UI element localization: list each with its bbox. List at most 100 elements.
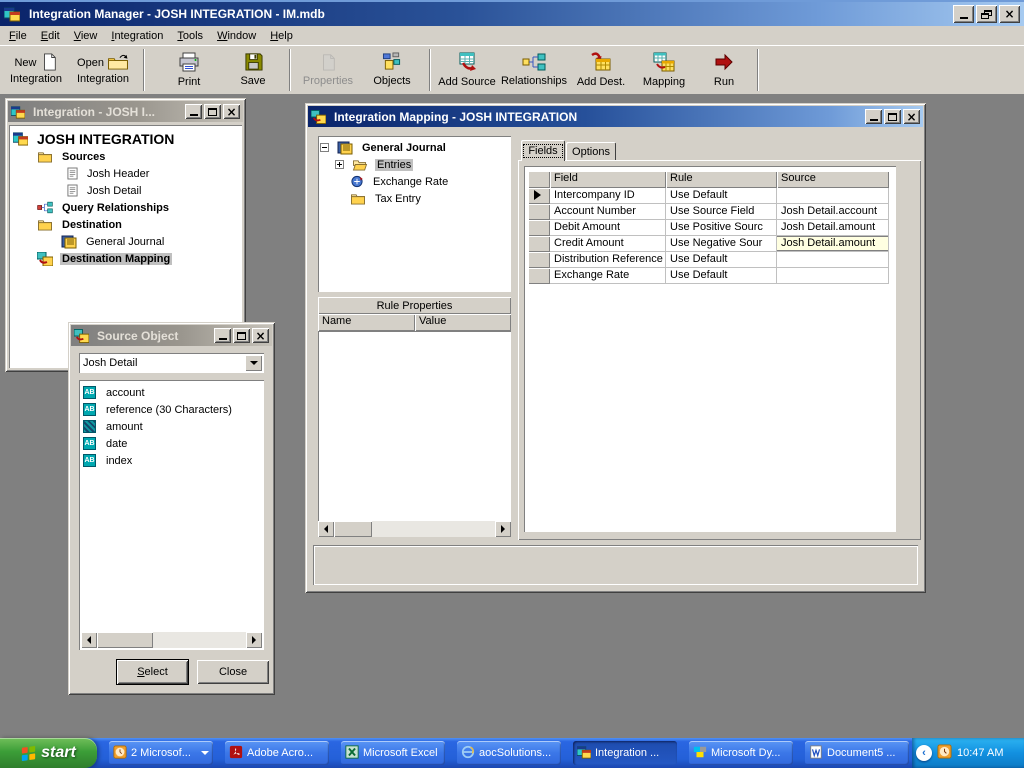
tab-fields[interactable]: Fields <box>521 140 565 161</box>
tree-item-destination[interactable]: Destination <box>37 216 242 233</box>
menu-edit[interactable]: Edit <box>34 28 67 44</box>
tree-item-exchange-rate[interactable]: Exchange Rate <box>350 173 511 190</box>
maximize-button[interactable] <box>884 109 901 124</box>
row-selector-current[interactable] <box>528 188 550 204</box>
internet-explorer-icon <box>461 745 475 762</box>
mapping-window-titlebar[interactable]: Integration Mapping - JOSH INTEGRATION × <box>308 106 923 127</box>
word-icon <box>809 745 823 762</box>
integration-manager-screen: Integration Manager - JOSH INTEGRATION -… <box>0 0 1024 768</box>
start-button[interactable]: start <box>0 738 97 768</box>
main-titlebar[interactable]: Integration Manager - JOSH INTEGRATION -… <box>0 2 1024 26</box>
row-selector[interactable] <box>528 220 550 236</box>
scrollbar-thumb[interactable] <box>334 521 372 537</box>
select-button[interactable]: Select <box>117 660 188 684</box>
combobox-dropdown-button[interactable] <box>245 355 262 371</box>
list-item-date[interactable]: AB date <box>83 435 264 452</box>
toolbar-button-objects[interactable]: Objects <box>360 48 424 92</box>
toolbar-button-run[interactable]: Run <box>696 48 752 92</box>
integration-window-titlebar[interactable]: Integration - JOSH I... × <box>8 101 243 122</box>
taskbar-button-integration-active[interactable]: Integration ... <box>573 741 677 765</box>
integration-window-title: Integration - JOSH I... <box>33 105 183 119</box>
expand-expander[interactable] <box>335 160 344 169</box>
tree-item-general-journal[interactable]: General Journal <box>320 139 511 156</box>
toolbar-button-open-integration[interactable]: Open Integration <box>68 48 138 92</box>
tree-item-general-journal[interactable]: General Journal <box>61 233 242 250</box>
close-button[interactable]: Close <box>197 660 269 684</box>
fields-tab-panel: Field Rule Source Intercompany ID Use De… <box>518 160 921 540</box>
close-button[interactable]: × <box>223 104 240 119</box>
scrollbar-thumb[interactable] <box>97 632 153 648</box>
horizontal-scrollbar[interactable] <box>81 632 262 648</box>
toolbar-button-add-dest[interactable]: Add Dest. <box>570 48 632 92</box>
menu-help[interactable]: Help <box>263 28 300 44</box>
horizontal-scrollbar[interactable] <box>318 521 511 537</box>
tray-clock-icon[interactable] <box>937 744 952 762</box>
highlighted-source-cell[interactable]: Josh Detail.amount <box>777 236 889 252</box>
taskbar-group-button-microsoft[interactable]: 2 Microsof... <box>109 741 213 765</box>
toolbar-separator <box>429 49 431 91</box>
list-item-index[interactable]: AB index <box>83 452 264 469</box>
toolbar-button-print[interactable]: Print <box>156 48 222 92</box>
tree-item-sources[interactable]: Sources <box>37 148 242 165</box>
rule-properties-body <box>318 331 511 521</box>
menu-integration[interactable]: Integration <box>104 28 170 44</box>
source-object-titlebar[interactable]: Source Object × <box>71 325 272 346</box>
tree-item-entries[interactable]: Entries <box>335 156 511 173</box>
grid-row-exchange-rate: Exchange Rate Use Default <box>528 268 889 284</box>
maximize-button[interactable] <box>233 328 250 343</box>
save-icon <box>244 52 263 74</box>
list-item-account[interactable]: AB account <box>83 384 264 401</box>
taskbar-button-document5[interactable]: Document5 ... <box>805 741 909 765</box>
tree-item-tax-entry[interactable]: Tax Entry <box>350 190 511 207</box>
tree-item-josh-header[interactable]: Josh Header <box>67 165 242 182</box>
chevron-down-icon <box>201 751 209 755</box>
column-header-rule[interactable]: Rule <box>666 171 777 188</box>
menu-window[interactable]: Window <box>210 28 263 44</box>
taskbar: start 2 Microsof... Adobe Acro... Micros… <box>0 738 1024 768</box>
print-icon <box>178 52 200 75</box>
row-selector[interactable] <box>528 252 550 268</box>
toolbar-button-new-integration[interactable]: New Integration <box>4 48 68 92</box>
close-button[interactable]: × <box>252 328 269 343</box>
tree-item-destination-mapping[interactable]: Destination Mapping <box>37 250 242 267</box>
row-selector[interactable] <box>528 236 550 252</box>
scroll-left-button[interactable] <box>318 521 334 537</box>
close-button[interactable]: × <box>999 5 1020 23</box>
taskbar-button-microsoft-excel[interactable]: Microsoft Excel <box>341 741 445 765</box>
collapse-expander[interactable] <box>320 143 329 152</box>
scroll-left-button[interactable] <box>81 632 97 648</box>
tab-options[interactable]: Options <box>566 142 616 161</box>
menu-tools[interactable]: Tools <box>170 28 210 44</box>
minimize-button[interactable] <box>865 109 882 124</box>
minimize-button[interactable] <box>214 328 231 343</box>
integration-mapping-window: Integration Mapping - JOSH INTEGRATION ×… <box>305 103 926 593</box>
tree-item-josh-detail[interactable]: Josh Detail <box>67 182 242 199</box>
list-item-amount[interactable]: AB amount <box>83 418 264 435</box>
row-selector[interactable] <box>528 268 550 284</box>
tree-item-query-relationships[interactable]: Query Relationships <box>37 199 242 216</box>
source-object-title: Source Object <box>97 329 212 343</box>
list-item-reference[interactable]: AB reference (30 Characters) <box>83 401 264 418</box>
row-selector[interactable] <box>528 204 550 220</box>
menu-view[interactable]: View <box>67 28 105 44</box>
source-table-combobox[interactable]: Josh Detail <box>79 353 264 373</box>
close-button[interactable]: × <box>903 109 920 124</box>
taskbar-button-microsoft-dynamics[interactable]: Microsoft Dy... <box>689 741 793 765</box>
scroll-right-button[interactable] <box>495 521 511 537</box>
menu-file[interactable]: File <box>2 28 34 44</box>
taskbar-button-adobe-acrobat[interactable]: Adobe Acro... <box>225 741 329 765</box>
toolbar-button-mapping[interactable]: Mapping <box>632 48 696 92</box>
column-header-field[interactable]: Field <box>550 171 666 188</box>
tray-chevron-icon[interactable]: ‹ <box>916 745 932 761</box>
column-header-source[interactable]: Source <box>777 171 889 188</box>
maximize-button[interactable] <box>204 104 221 119</box>
toolbar-button-relationships[interactable]: Relationships <box>498 48 570 92</box>
minimize-button[interactable] <box>953 5 974 23</box>
tree-root-josh-integration[interactable]: JOSH INTEGRATION <box>13 129 242 148</box>
toolbar-button-add-source[interactable]: Add Source <box>436 48 498 92</box>
toolbar-button-save[interactable]: Save <box>222 48 284 92</box>
taskbar-button-aocsolutions[interactable]: aocSolutions... <box>457 741 561 765</box>
minimize-button[interactable] <box>185 104 202 119</box>
restore-button[interactable] <box>976 5 997 23</box>
scroll-right-button[interactable] <box>246 632 262 648</box>
